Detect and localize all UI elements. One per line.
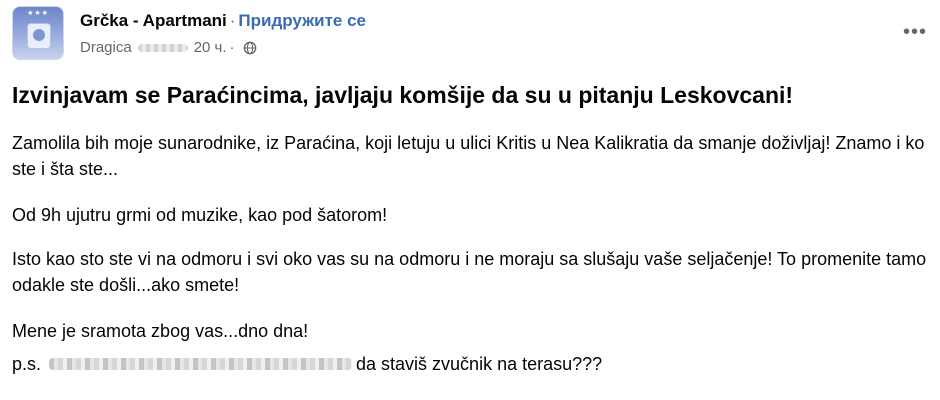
post-meta: Dragica 20 ч. · xyxy=(80,38,257,58)
globe-icon xyxy=(243,41,256,55)
post-paragraph-3: Isto kao sto ste vi na odmoru i svi oko … xyxy=(12,249,927,295)
meta-separator: · xyxy=(229,39,235,56)
avatar-stars: ★★★ xyxy=(27,10,49,17)
ps-suffix: da staviš zvučnik na terasu??? xyxy=(356,354,603,374)
post-header: Grčka - Apartmani · Придружите се xyxy=(80,10,366,32)
post-paragraph-1: Zamolila bih moje sunarodnike, iz Paraći… xyxy=(12,133,925,179)
avatar-emblem xyxy=(27,23,51,49)
post-time[interactable]: 20 ч. xyxy=(194,38,227,58)
author-name[interactable]: Dragica xyxy=(80,38,132,58)
header-separator: · xyxy=(229,11,236,30)
post-title: Izvinjavam se Paraćincima, javljaju komš… xyxy=(12,82,794,108)
blurred-text xyxy=(49,358,353,370)
post-paragraph-2: Od 9h ujutru grmi od muzike, kao pod šat… xyxy=(12,205,388,225)
post-paragraph-4: Mene je sramota zbog vas...dno dna! xyxy=(12,321,309,341)
post-postscript: p.s. da staviš zvučnik na terasu??? xyxy=(12,351,927,377)
join-group-link[interactable]: Придружите се xyxy=(238,11,366,30)
more-options-icon[interactable]: ••• xyxy=(903,22,933,42)
ps-prefix: p.s. xyxy=(12,354,42,374)
blurred-surname xyxy=(137,44,188,52)
group-avatar[interactable]: ★★★ xyxy=(12,6,64,60)
facebook-post: ★★★ Grčka - Apartmani · Придружите се Drag… xyxy=(0,0,940,400)
group-name-link[interactable]: Grčka - Apartmani xyxy=(80,11,227,30)
